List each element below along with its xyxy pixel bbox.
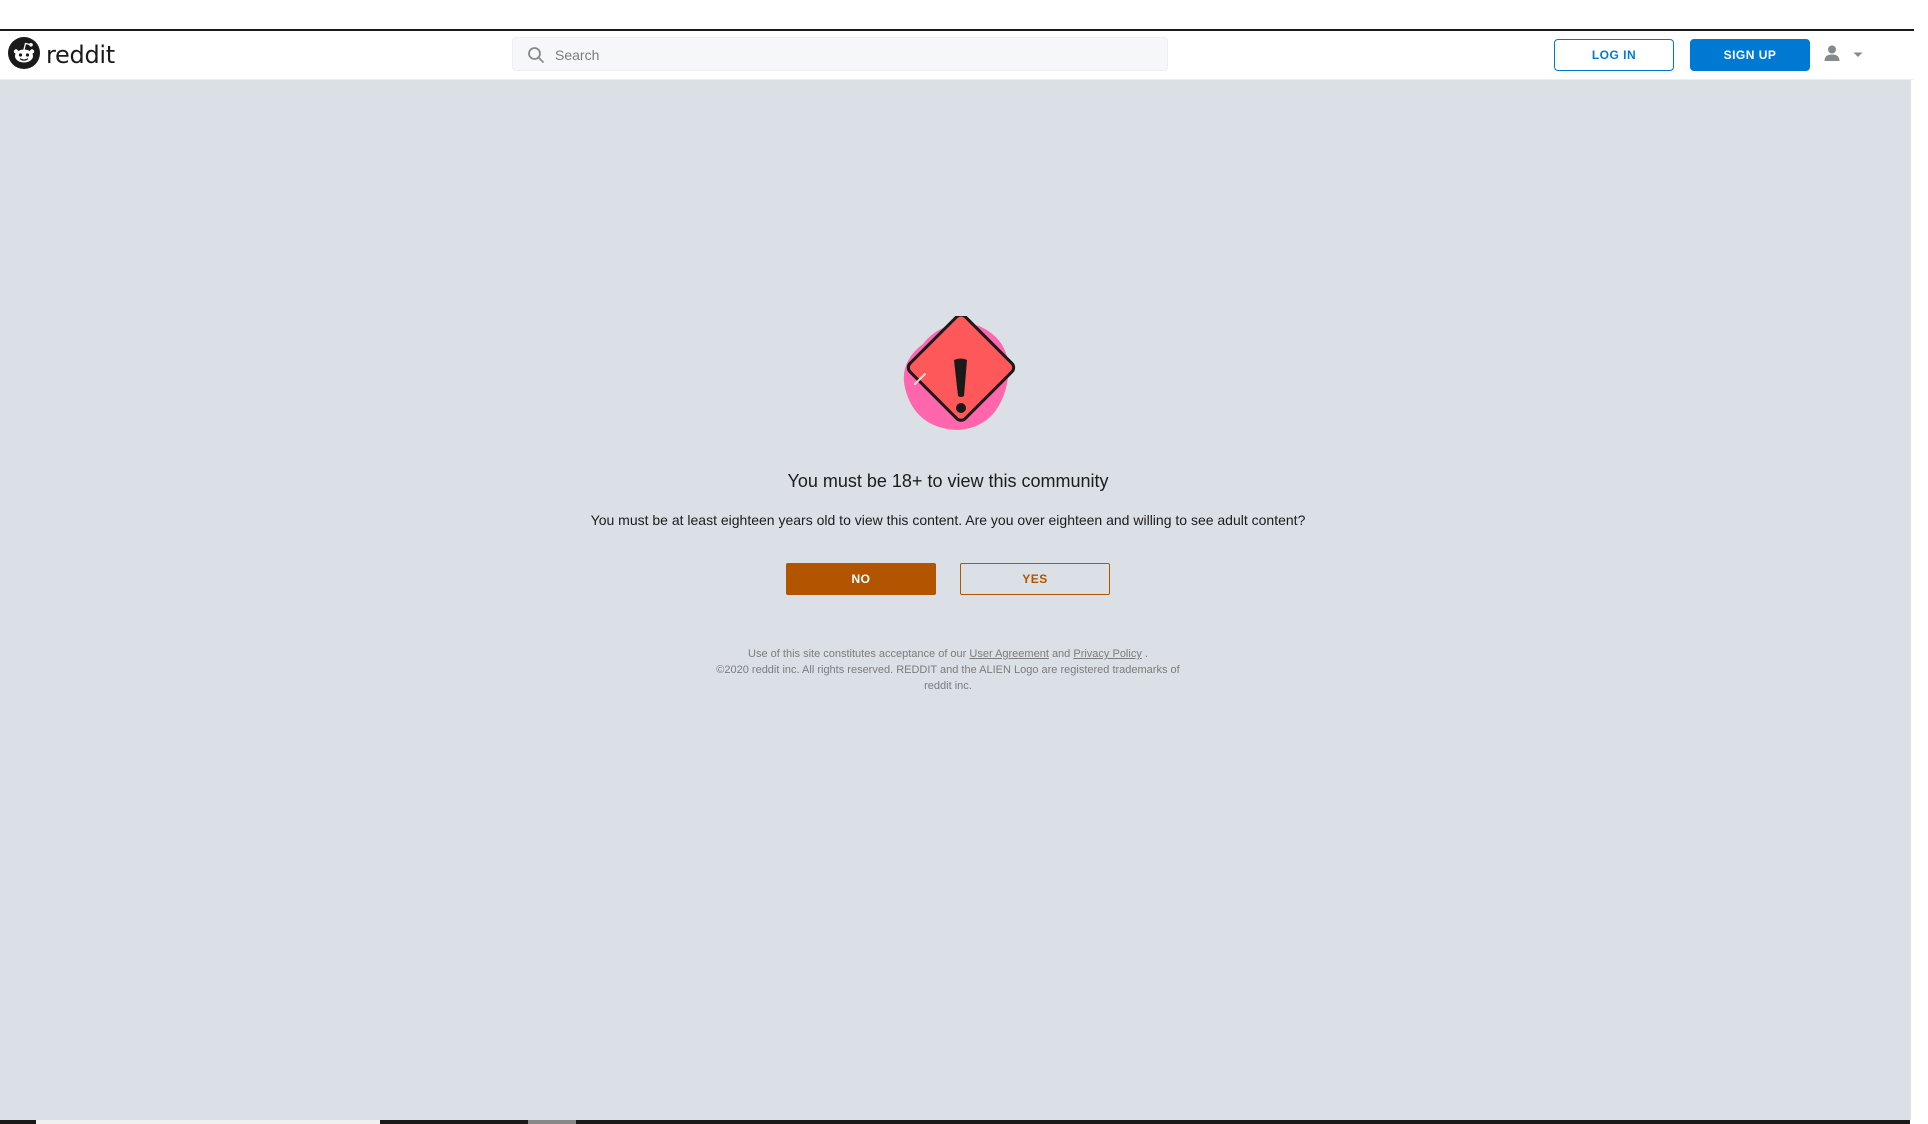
legal-footer: Use of this site constitutes acceptance …	[716, 646, 1180, 694]
reddit-wordmark: reddit	[46, 41, 115, 69]
log-in-button[interactable]: LOG IN	[1554, 39, 1674, 71]
site-header: reddit LOG IN SIGN UP	[0, 31, 1914, 80]
search-icon	[527, 46, 545, 69]
page-scrollbar[interactable]	[1910, 80, 1928, 1120]
taskbar-item[interactable]	[36, 1120, 380, 1124]
search-bar[interactable]	[512, 37, 1168, 72]
search-input[interactable]	[553, 38, 1157, 72]
legal-prefix: Use of this site constitutes acceptance …	[748, 648, 967, 660]
age-gate-description: You must be at least eighteen years old …	[590, 512, 1306, 528]
sign-up-button[interactable]: SIGN UP	[1690, 39, 1810, 71]
reddit-alien-icon	[8, 36, 40, 74]
copyright-text: ©2020 reddit inc. All rights reserved. R…	[716, 664, 1180, 692]
reddit-logo-link[interactable]: reddit	[8, 36, 115, 74]
age-gate-title: You must be 18+ to view this community	[787, 471, 1109, 491]
legal-and: and	[1051, 648, 1071, 660]
legal-period: .	[1144, 648, 1148, 660]
user-icon	[1822, 43, 1842, 68]
warning-diamond-icon	[885, 313, 1025, 446]
no-button[interactable]: NO	[786, 563, 936, 595]
taskbar-item[interactable]	[528, 1120, 576, 1124]
chevron-down-icon	[1852, 46, 1864, 64]
privacy-policy-link[interactable]: Privacy Policy	[1073, 648, 1141, 660]
age-gate-page	[0, 80, 1910, 1120]
yes-button[interactable]: YES	[960, 563, 1110, 595]
user-agreement-link[interactable]: User Agreement	[969, 648, 1048, 660]
user-dropdown-button[interactable]	[1822, 43, 1868, 67]
